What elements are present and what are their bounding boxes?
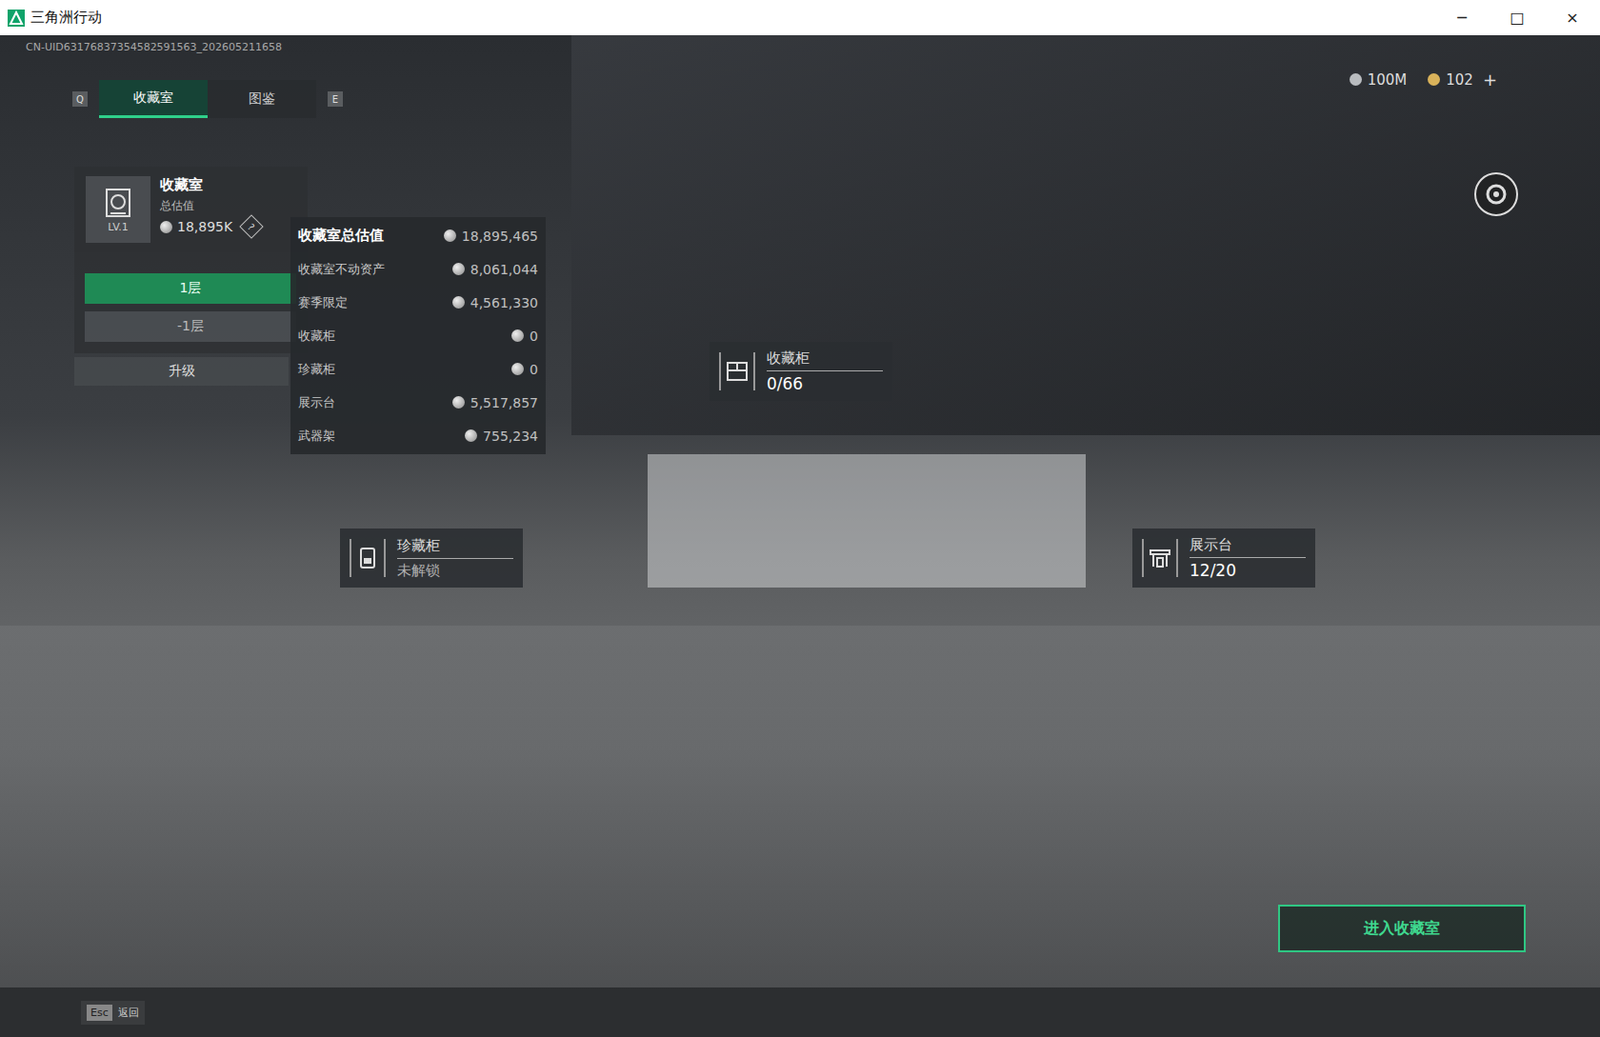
cabinet-icon — [725, 360, 749, 383]
coin-icon — [160, 220, 173, 234]
marker-status: 未解锁 — [397, 559, 514, 580]
coin-icon — [511, 362, 524, 376]
tooltip-row: 展示台5,517,857 — [298, 385, 539, 420]
collection-panel: LV.1 收藏室总估值 18,895K? 1层 -1层升级 — [74, 166, 308, 386]
back-button[interactable]: Esc返回 — [80, 1000, 145, 1025]
coin-icon — [452, 396, 465, 409]
value-label: 总估值 — [160, 198, 260, 215]
window-control[interactable]: × — [1544, 8, 1600, 27]
display-stand-icon — [1148, 546, 1172, 570]
coin-icon — [1427, 73, 1440, 86]
tooltip-row: 赛季限定4,561,330 — [298, 285, 539, 320]
add-currency-button[interactable]: + — [1482, 69, 1498, 90]
tooltip-row: 收藏柜0 — [298, 319, 539, 353]
help-icon[interactable]: ? — [239, 214, 263, 239]
floor-button[interactable]: -1层 — [84, 311, 297, 342]
tooltip-row: 珍藏柜0 — [298, 352, 539, 386]
triangle-logo-icon — [7, 9, 25, 27]
prev-key[interactable]: Q — [72, 91, 88, 107]
tooltip-title-row: 收藏室总估值18,895,465 — [298, 219, 539, 253]
currency-bar: 100M 102+ — [1349, 69, 1498, 90]
scene-image: CN-UID63176837354582591563_202605211658 Q… — [0, 35, 1600, 988]
summary-title: 收藏室 — [160, 176, 260, 195]
footer-bar: Esc返回 — [0, 987, 1600, 1037]
next-key[interactable]: E — [327, 91, 343, 107]
coin-icon — [511, 329, 524, 342]
currency-item: 100M — [1349, 69, 1408, 90]
floor-button[interactable]: 1层 — [84, 273, 297, 304]
area-marker[interactable]: 展示台12/20 — [1132, 528, 1316, 588]
currency-item: 102+ — [1427, 69, 1498, 90]
marker-name: 收藏柜 — [766, 349, 883, 372]
uid-text: CN-UID63176837354582591563_202605211658 — [25, 40, 282, 54]
value-tooltip: 收藏室总估值18,895,465收藏室不动资产8,061,044赛季限定4,56… — [290, 217, 546, 455]
marker-status: 12/20 — [1189, 558, 1306, 580]
window-control[interactable]: ─ — [1434, 8, 1490, 27]
title-bar: 三角洲行动 ─□× — [0, 0, 1600, 36]
summary-card: LV.1 收藏室总估值 18,895K? — [74, 166, 308, 253]
area-marker[interactable]: 珍藏柜未解锁 — [340, 528, 523, 588]
coin-icon — [452, 262, 465, 276]
vault-icon — [101, 186, 135, 220]
window-control[interactable]: □ — [1489, 8, 1545, 27]
coin-icon — [464, 429, 478, 442]
tab-bar: Q 收藏室图鉴 E — [72, 80, 343, 119]
area-marker[interactable]: 收藏柜0/66 — [709, 341, 893, 401]
upgrade-button[interactable]: 升级 — [74, 357, 289, 386]
enter-button[interactable]: 进入收藏室 — [1278, 904, 1526, 953]
marker-name: 珍藏柜 — [397, 537, 514, 560]
window-title: 三角洲行动 — [30, 8, 102, 27]
level-text: LV.1 — [107, 220, 129, 234]
game-window: 三角洲行动 ─□× CN-UID63176837354582591563_20260… — [0, 0, 1600, 1037]
tooltip-row: 武器架755,234 — [298, 419, 539, 453]
safe-icon — [356, 546, 380, 570]
camera-view-icon[interactable] — [1473, 171, 1520, 218]
total-value: 18,895K — [177, 219, 233, 235]
tooltip-row: 收藏室不动资产8,061,044 — [298, 252, 539, 286]
coin-icon — [1349, 73, 1362, 86]
marker-status: 0/66 — [766, 371, 883, 394]
coin-icon — [452, 296, 465, 309]
tab[interactable]: 收藏室 — [99, 80, 208, 119]
tab[interactable]: 图鉴 — [207, 80, 317, 119]
marker-name: 展示台 — [1189, 536, 1306, 559]
coin-icon — [443, 229, 457, 242]
